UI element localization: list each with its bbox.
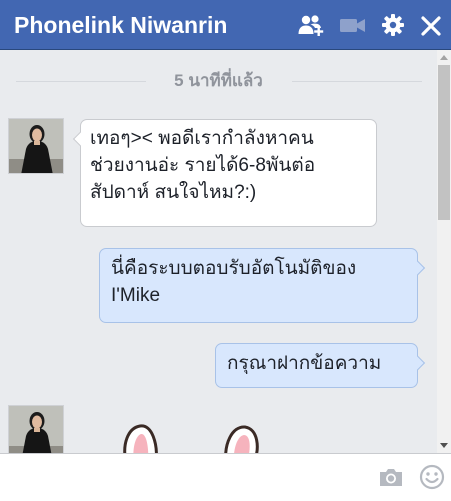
incoming-message[interactable]: เทอๆ>< พอดีเรากำลังหาคน ช่วยงานอ่ะ รายได… xyxy=(72,119,377,227)
message-line: นี่คือระบบตอบรับอัตโนมัติของ xyxy=(111,258,357,279)
bubble-tail xyxy=(72,131,88,147)
message-composer xyxy=(0,453,451,501)
outgoing-message[interactable]: กรุณาฝากข้อความ xyxy=(215,343,426,388)
scroll-up-arrow[interactable] xyxy=(440,55,448,60)
gear-icon[interactable] xyxy=(381,13,405,37)
message-line: ช่วยงานอ่ะ รายได้6-8พันต่อ xyxy=(90,155,316,176)
bunny-sticker[interactable] xyxy=(118,422,278,453)
bubble-tail xyxy=(410,355,426,371)
chat-header: Phonelink Niwanrin xyxy=(0,0,451,50)
chat-window: Phonelink Niwanrin 5 นาทีที่แล้ว เทอๆ>< … xyxy=(0,0,451,501)
avatar[interactable] xyxy=(8,405,64,453)
video-call-icon[interactable] xyxy=(339,13,367,37)
add-friend-icon[interactable] xyxy=(298,13,326,37)
camera-icon[interactable] xyxy=(378,466,404,488)
outgoing-message[interactable]: นี่คือระบบตอบรับอัตโนมัติของ I'Mike xyxy=(99,248,426,323)
message-line: I'Mike xyxy=(111,285,161,306)
message-line: กรุณาฝากข้อความ xyxy=(227,353,382,374)
message-line: สัปดาห์ สนใจไหม?:) xyxy=(90,182,257,203)
message-timestamp: 5 นาทีที่แล้ว xyxy=(174,71,263,90)
chat-title[interactable]: Phonelink Niwanrin xyxy=(14,10,227,40)
scroll-thumb[interactable] xyxy=(438,65,450,220)
scroll-down-arrow[interactable] xyxy=(440,443,448,448)
close-icon[interactable] xyxy=(420,13,442,37)
message-line: เทอๆ>< พอดีเรากำลังหาคน xyxy=(90,128,314,149)
message-input[interactable] xyxy=(8,463,362,493)
bubble-tail xyxy=(410,260,426,276)
scrollbar[interactable] xyxy=(437,50,451,453)
avatar[interactable] xyxy=(8,118,64,174)
emoji-icon[interactable] xyxy=(419,464,445,490)
message-list[interactable]: 5 นาทีที่แล้ว เทอๆ>< พอดีเรากำลังหาคน ช่… xyxy=(0,50,437,453)
